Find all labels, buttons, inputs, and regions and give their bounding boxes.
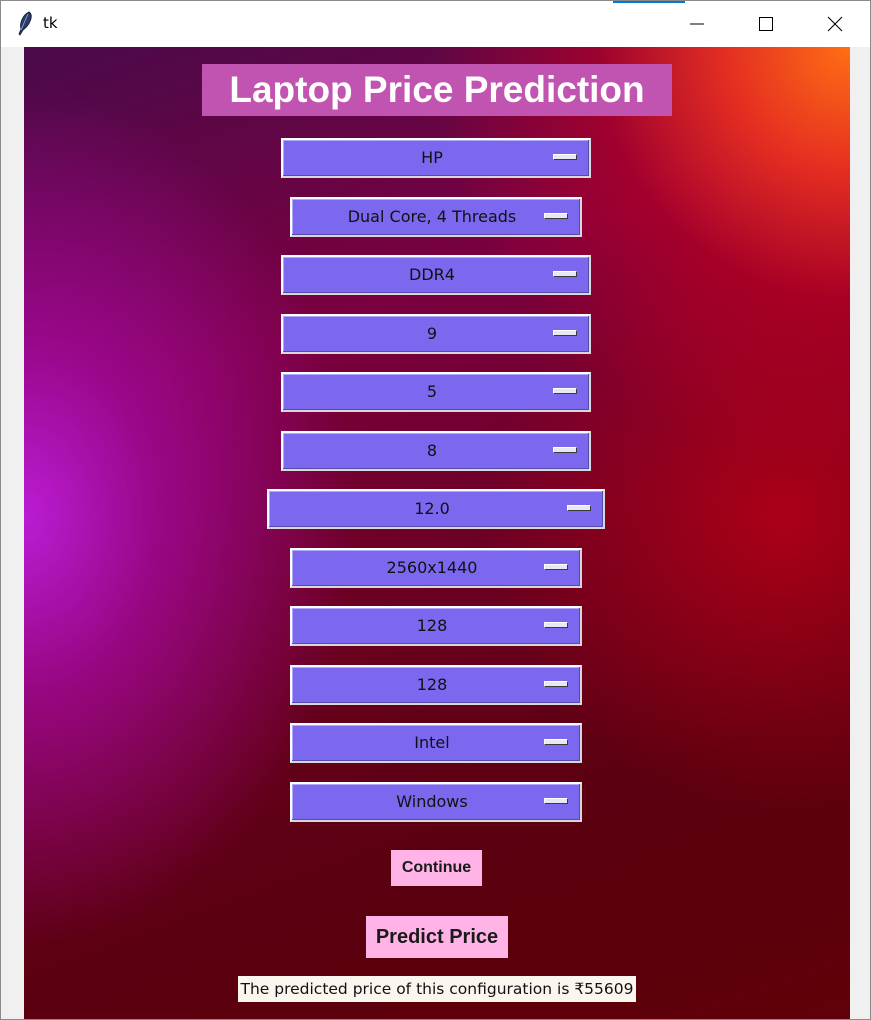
- dropdown-indicator-icon: [544, 739, 568, 745]
- dropdown-indicator-icon: [553, 447, 577, 453]
- page-title: Laptop Price Prediction: [202, 64, 672, 116]
- dropdown-5[interactable]: 5: [281, 372, 591, 412]
- cpu-dropdown-value: Dual Core, 4 Threads: [347, 207, 517, 226]
- dropdown-indicator-icon: [544, 798, 568, 804]
- dropdown-indicator-icon: [567, 505, 591, 511]
- feather-icon: [18, 11, 32, 36]
- ram-type-dropdown[interactable]: DDR4: [281, 255, 591, 295]
- dropdown-6-value: 8: [426, 441, 438, 460]
- dropdown-indicator-icon: [553, 388, 577, 394]
- minimize-icon: [690, 23, 704, 25]
- dropdown-indicator-icon: [553, 271, 577, 277]
- dropdown-indicator-icon: [553, 330, 577, 336]
- dropdown-4-value: 9: [426, 324, 438, 343]
- os-dropdown-value: Windows: [396, 792, 468, 811]
- dropdown-indicator-icon: [544, 622, 568, 628]
- resolution-dropdown-value: 2560x1440: [386, 558, 478, 577]
- cpu-dropdown[interactable]: Dual Core, 4 Threads: [290, 197, 582, 237]
- dropdown-indicator-icon: [544, 564, 568, 570]
- dropdown-4[interactable]: 9: [281, 314, 591, 354]
- os-dropdown[interactable]: Windows: [290, 782, 582, 822]
- minimize-button[interactable]: [662, 1, 732, 47]
- storage-dropdown-2[interactable]: 128: [290, 665, 582, 705]
- ram-type-dropdown-value: DDR4: [409, 265, 455, 284]
- dropdown-indicator-icon: [544, 213, 568, 219]
- dropdown-indicator-icon: [553, 154, 577, 160]
- window-title: tk: [43, 14, 58, 32]
- continue-button[interactable]: Continue: [391, 850, 482, 886]
- close-icon: [827, 16, 843, 32]
- dropdown-6[interactable]: 8: [281, 431, 591, 471]
- maximize-button[interactable]: [731, 1, 801, 47]
- close-button[interactable]: [800, 1, 870, 47]
- gpu-brand-dropdown[interactable]: Intel: [290, 723, 582, 763]
- storage-dropdown-1-value: 128: [416, 616, 448, 635]
- prediction-result: The predicted price of this configuratio…: [238, 976, 636, 1002]
- app-window: tk Laptop Price Prediction HP Dual Core,…: [0, 0, 871, 1020]
- dropdown-indicator-icon: [544, 681, 568, 687]
- app-canvas: Laptop Price Prediction HP Dual Core, 4 …: [24, 47, 850, 1019]
- brand-dropdown[interactable]: HP: [281, 138, 591, 178]
- title-bar[interactable]: tk: [1, 1, 870, 47]
- brand-dropdown-value: HP: [421, 148, 443, 167]
- storage-dropdown-1[interactable]: 128: [290, 606, 582, 646]
- screen-size-dropdown-value: 12.0: [414, 499, 450, 518]
- storage-dropdown-2-value: 128: [416, 675, 448, 694]
- predict-price-button[interactable]: Predict Price: [366, 916, 508, 958]
- gpu-brand-dropdown-value: Intel: [414, 733, 450, 752]
- dropdown-5-value: 5: [426, 382, 438, 401]
- maximize-icon: [759, 17, 773, 31]
- resolution-dropdown[interactable]: 2560x1440: [290, 548, 582, 588]
- screen-size-dropdown[interactable]: 12.0: [267, 489, 605, 529]
